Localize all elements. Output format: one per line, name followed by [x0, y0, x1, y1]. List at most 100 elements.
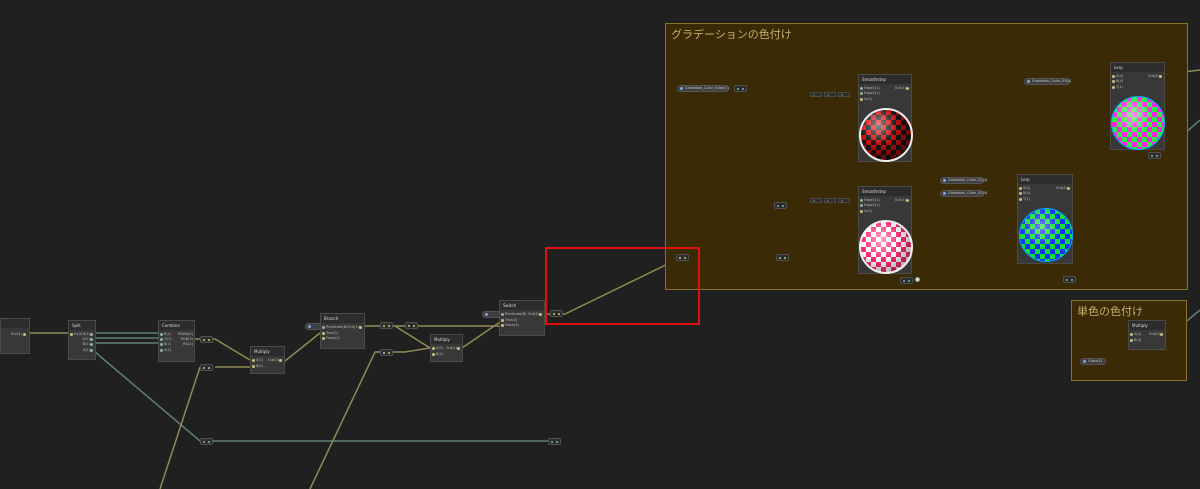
property-gradation-color-02[interactable]: Gradation_Color_02(4): [940, 190, 987, 197]
node-title: [1, 319, 29, 328]
reroute-node[interactable]: [405, 322, 418, 329]
input-port[interactable]: B(1): [252, 364, 263, 368]
input-port[interactable]: A(1): [160, 348, 171, 352]
node-split[interactable]: Split In(4) R(1) G(1) B(1) A(1): [68, 320, 96, 360]
edge-value-chip[interactable]: 0: [838, 92, 850, 97]
reroute-node[interactable]: [200, 438, 213, 445]
node-smoothstep[interactable]: Smoothstep Edge1(1) Edge2(1) In(1) Out(1…: [858, 74, 913, 162]
node-title: Combine: [159, 321, 194, 330]
output-port[interactable]: Out(1): [895, 86, 910, 90]
node-multiply[interactable]: Multiply A(4) B(4) Out(4): [1128, 320, 1166, 350]
output-port[interactable]: RGB(3): [180, 337, 193, 341]
node-multiply[interactable]: Multiply A(1) B(1) Out(1): [250, 346, 285, 374]
input-port[interactable]: Edge1(1): [860, 86, 880, 90]
selection-highlight: [545, 247, 700, 325]
wire: [284, 332, 321, 362]
input-port[interactable]: In(1): [860, 209, 872, 213]
node-switch[interactable]: Switch Predicate(B) True(4) False(4) Out…: [499, 300, 545, 336]
reroute-node[interactable]: [200, 336, 213, 343]
reroute-node[interactable]: [548, 438, 561, 445]
node-branch[interactable]: Branch Predicate(B) True(1) False(1) Out…: [320, 313, 365, 349]
input-port[interactable]: A(4): [1112, 74, 1123, 78]
output-pin-icon[interactable]: [915, 277, 920, 282]
input-port[interactable]: Edge1(1): [860, 198, 880, 202]
reroute-node[interactable]: [900, 277, 913, 284]
input-port[interactable]: B(4): [1019, 191, 1030, 195]
reroute-node[interactable]: [380, 349, 393, 356]
input-port[interactable]: T(1): [1112, 85, 1123, 89]
output-port[interactable]: Out(1): [446, 346, 461, 350]
input-port[interactable]: Predicate(B): [322, 325, 348, 329]
output-port[interactable]: Out(1): [348, 325, 363, 329]
input-port[interactable]: A(4): [1019, 186, 1030, 190]
input-port[interactable]: B(4): [1130, 338, 1141, 342]
node-edge-left[interactable]: Out(4): [0, 318, 30, 354]
input-port[interactable]: In(4): [70, 332, 82, 336]
preview-sphere: [1019, 208, 1073, 262]
input-port[interactable]: False(4): [501, 323, 519, 327]
input-port[interactable]: True(4): [501, 318, 517, 322]
reroute-node[interactable]: [734, 85, 747, 92]
node-lerp[interactable]: Lerp A(4) B(4) T(1) Out(4): [1017, 174, 1073, 264]
preview-sphere: [859, 220, 913, 274]
wire: [309, 325, 433, 489]
output-port[interactable]: Out(4): [11, 332, 27, 336]
output-port[interactable]: G(1): [82, 337, 94, 341]
input-port[interactable]: In(1): [860, 97, 872, 101]
input-port[interactable]: Predicate(B): [501, 312, 527, 316]
input-port[interactable]: G(1): [160, 337, 172, 341]
reroute-node[interactable]: [1148, 152, 1161, 159]
node-multiply[interactable]: Multiply A(1) B(1) Out(1): [430, 334, 463, 362]
edge-value-chip[interactable]: 0: [824, 198, 836, 203]
reroute-node[interactable]: [380, 322, 393, 329]
node-smoothstep[interactable]: Smoothstep Edge1(1) Edge2(1) In(1) Out(1…: [858, 186, 913, 274]
input-port[interactable]: A(1): [252, 358, 263, 362]
reroute-node[interactable]: [1063, 276, 1076, 283]
input-port[interactable]: Edge2(1): [860, 91, 880, 95]
output-port[interactable]: Out(4): [1056, 186, 1071, 190]
input-port[interactable]: A(1): [432, 346, 443, 350]
edge-value-chip[interactable]: 0: [838, 198, 850, 203]
node-title: Smoothstep: [859, 75, 911, 84]
property-color[interactable]: Color(4): [1080, 358, 1106, 365]
output-port[interactable]: Out(4): [528, 312, 543, 316]
output-port[interactable]: Out(1): [268, 358, 283, 362]
input-port[interactable]: T(1): [1019, 197, 1030, 201]
input-port[interactable]: A(4): [1130, 332, 1141, 336]
group-title[interactable]: 単色の色付け: [1077, 303, 1143, 319]
output-port[interactable]: RGBA(4): [178, 332, 193, 336]
node-combine[interactable]: Combine R(1) G(1) B(1) A(1) RGBA(4) RGB(…: [158, 320, 195, 362]
property-gradation-color-01[interactable]: Gradation_Color_01(4): [940, 177, 987, 184]
output-port[interactable]: Out(1): [895, 198, 910, 202]
output-port[interactable]: RG(2): [183, 342, 193, 346]
input-port[interactable]: False(1): [322, 336, 340, 340]
node-title: Lerp: [1018, 175, 1072, 184]
input-port[interactable]: True(1): [322, 331, 338, 335]
input-port[interactable]: B(1): [160, 342, 171, 346]
reroute-node[interactable]: [774, 202, 787, 209]
property-gradation-color-edge[interactable]: Gradation_Color_Edge(1): [677, 85, 729, 92]
port-label: Out(4): [10, 332, 22, 336]
output-port[interactable]: A(1): [83, 348, 94, 352]
output-port[interactable]: R(1): [83, 332, 94, 336]
input-port[interactable]: B(1): [432, 352, 443, 356]
node-lerp[interactable]: Lerp A(4) B(4) T(1) Out(4): [1110, 62, 1165, 150]
node-title: Smoothstep: [859, 187, 911, 196]
reroute-node[interactable]: [776, 254, 789, 261]
property-gradation-color-03[interactable]: Gradation_Color_03(4): [1024, 78, 1071, 85]
output-port[interactable]: B(1): [83, 342, 94, 346]
reroute-node[interactable]: [200, 364, 213, 371]
input-port[interactable]: R(1): [160, 332, 171, 336]
node-title: Multiply: [431, 335, 462, 344]
edge-value-chip[interactable]: 0: [810, 198, 822, 203]
input-port[interactable]: B(4): [1112, 79, 1123, 83]
input-port[interactable]: Edge2(1): [860, 203, 880, 207]
preview-sphere: [859, 108, 913, 162]
edge-value-chip[interactable]: 0: [824, 92, 836, 97]
edge-value-chip[interactable]: 0: [810, 92, 822, 97]
group-title[interactable]: グラデーションの色付け: [671, 26, 792, 42]
port-label: In(4): [74, 332, 83, 336]
output-port[interactable]: Out(4): [1149, 332, 1164, 336]
node-title: Branch: [321, 314, 364, 323]
output-port[interactable]: Out(4): [1148, 74, 1163, 78]
